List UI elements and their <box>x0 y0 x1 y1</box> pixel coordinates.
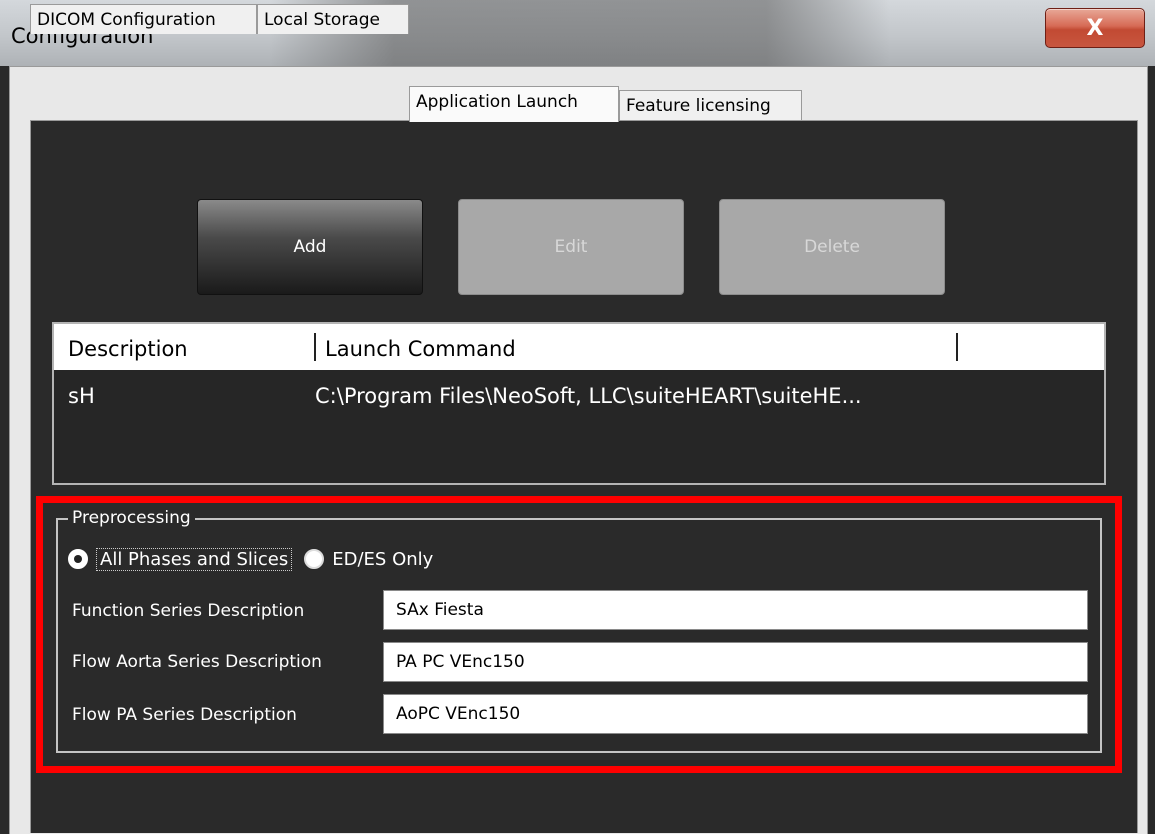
launch-command-cell: C:\Program Files\NeoSoft, LLC\suiteHEART… <box>315 384 862 408</box>
delete-button: Delete <box>719 199 945 295</box>
edit-button: Edit <box>458 199 684 295</box>
list-header: Description Launch Command <box>54 324 1104 370</box>
column-header-launch-command[interactable]: Launch Command <box>325 337 516 361</box>
tab-feature-licensing[interactable]: Feature licensing <box>619 90 802 120</box>
tab-dicom-configuration[interactable]: DICOM Configuration <box>30 4 257 34</box>
tab-label: Application Launch <box>416 92 578 112</box>
tab-application-launch[interactable]: Application Launch <box>409 86 619 122</box>
tab-local-storage[interactable]: Local Storage <box>257 4 409 34</box>
add-button[interactable]: Add <box>197 199 423 295</box>
tab-label: Local Storage <box>264 10 380 30</box>
column-header-description[interactable]: Description <box>68 337 188 361</box>
application-list[interactable]: Description Launch Command sH C:\Program… <box>52 322 1106 485</box>
column-divider[interactable] <box>314 333 316 361</box>
column-divider[interactable] <box>956 333 958 361</box>
list-item[interactable]: sH C:\Program Files\NeoSoft, LLC\suiteHE… <box>54 372 1104 412</box>
tab-label: Feature licensing <box>626 96 771 116</box>
highlight-box <box>36 496 1122 773</box>
tab-label: DICOM Configuration <box>37 10 216 30</box>
description-cell: sH <box>68 384 95 408</box>
close-button[interactable]: X <box>1045 8 1145 48</box>
close-icon: X <box>1086 15 1104 41</box>
